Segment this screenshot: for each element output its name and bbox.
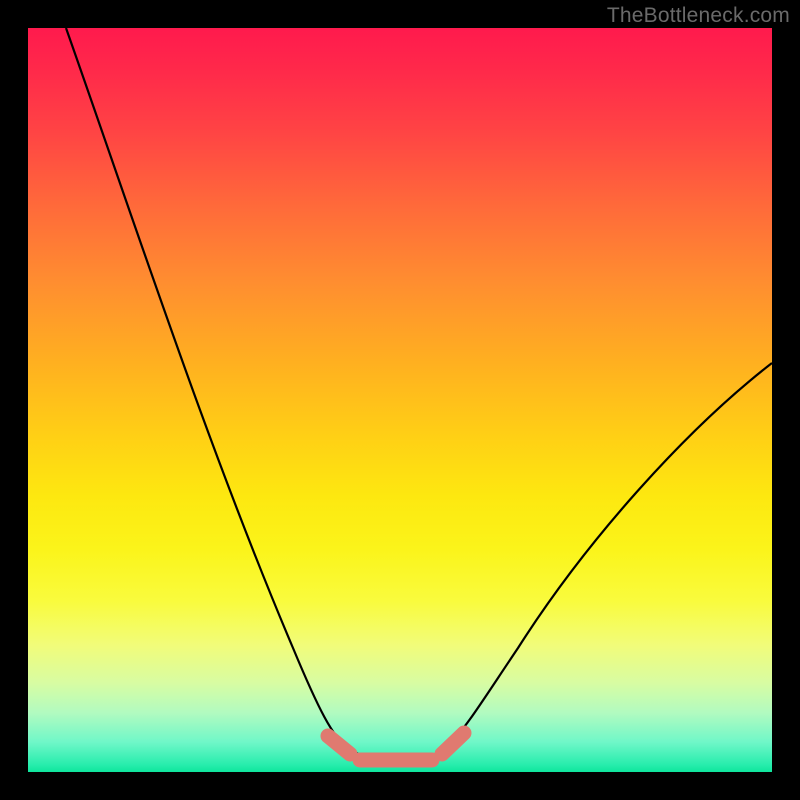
min-zone-left: [328, 736, 350, 754]
chart-frame: TheBottleneck.com: [0, 0, 800, 800]
watermark-text: TheBottleneck.com: [607, 4, 790, 28]
bottleneck-curve: [66, 28, 772, 763]
min-zone-right: [442, 733, 464, 754]
plot-area: [28, 28, 772, 772]
curve-layer: [28, 28, 772, 772]
min-markers: [328, 733, 464, 760]
